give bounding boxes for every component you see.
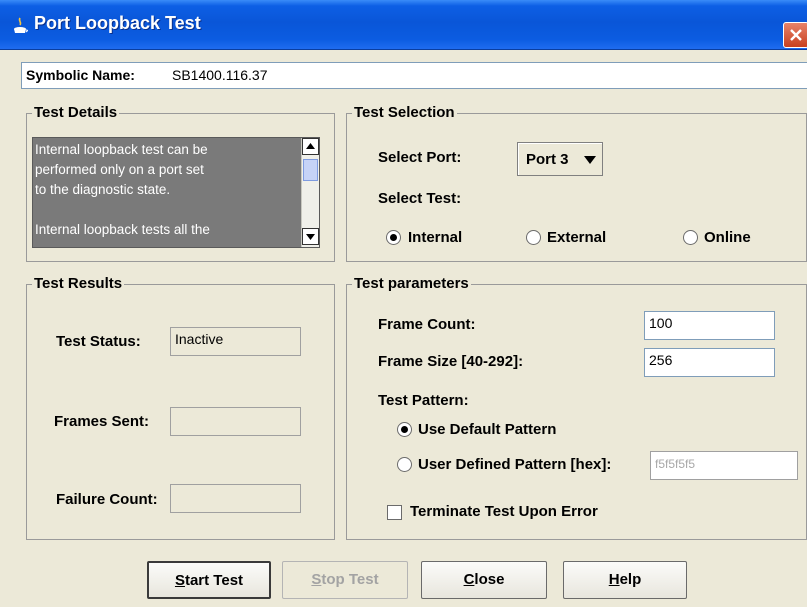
radio-external[interactable] (526, 230, 541, 245)
terminate-label: Terminate Test Upon Error (410, 503, 598, 520)
title-bar: Port Loopback Test (0, 0, 807, 50)
failure-count-field (170, 484, 301, 513)
radio-online[interactable] (683, 230, 698, 245)
details-scrollbar[interactable] (301, 138, 319, 247)
help-button[interactable]: Help (563, 561, 687, 599)
close-label: lose (474, 571, 505, 588)
test-status-label: Test Status: (56, 333, 141, 350)
frame-count-label: Frame Count: (378, 316, 476, 333)
test-details-legend: Test Details (32, 104, 120, 121)
user-pattern-input[interactable]: f5f5f5f5 (650, 451, 798, 480)
start-test-label: tart Test (184, 572, 244, 589)
radio-external-label: External (547, 229, 607, 246)
dropdown-arrow-icon (584, 156, 596, 164)
stop-test-label: top Test (321, 571, 379, 588)
scroll-down-button[interactable] (302, 228, 319, 245)
frames-sent-field (170, 407, 301, 436)
default-pattern-label: Use Default Pattern (418, 421, 557, 438)
stop-test-mnemonic: S (311, 571, 322, 588)
frame-size-label: Frame Size [40-292]: (378, 353, 524, 370)
arrow-up-icon (306, 143, 315, 149)
symbolic-name-label: Symbolic Name: (26, 67, 135, 83)
frame-size-input[interactable]: 256 (644, 348, 775, 377)
terminate-checkbox[interactable] (387, 505, 402, 520)
radio-internal[interactable] (386, 230, 401, 245)
user-pattern-label: User Defined Pattern [hex]: (418, 456, 612, 473)
radio-default-pattern[interactable] (397, 422, 412, 437)
start-test-mnemonic: S (174, 572, 185, 589)
radio-user-pattern[interactable] (397, 457, 412, 472)
java-app-icon (14, 17, 28, 33)
help-label: elp (619, 571, 642, 588)
start-test-button[interactable]: Start Test (147, 561, 271, 599)
select-test-label: Select Test: (378, 190, 462, 207)
frames-sent-label: Frames Sent: (54, 413, 150, 430)
close-window-button[interactable] (783, 22, 807, 48)
window-title: Port Loopback Test (34, 13, 201, 33)
test-pattern-label: Test Pattern: (378, 392, 469, 409)
test-results-legend: Test Results (32, 275, 125, 292)
stop-test-button[interactable]: Stop Test (282, 561, 408, 599)
arrow-down-icon (306, 234, 315, 240)
help-mnemonic: H (608, 571, 620, 588)
port-select-value: Port 3 (526, 151, 569, 168)
symbolic-name-value: SB1400.116.37 (172, 67, 268, 83)
test-parameters-legend: Test parameters (352, 275, 471, 292)
port-select[interactable]: Port 3 (517, 142, 603, 176)
radio-internal-label: Internal (408, 229, 463, 246)
failure-count-label: Failure Count: (56, 491, 158, 508)
scroll-thumb[interactable] (303, 159, 318, 181)
frame-count-input[interactable]: 100 (644, 311, 775, 340)
test-details-textarea[interactable]: Internal loopback test can be performed … (32, 137, 320, 248)
close-icon (790, 29, 802, 41)
close-mnemonic: C (463, 571, 475, 588)
test-status-field: Inactive (170, 327, 301, 356)
test-details-text: Internal loopback test can be performed … (35, 142, 210, 237)
close-button[interactable]: Close (421, 561, 547, 599)
symbolic-name-bar: Symbolic Name: SB1400.116.37 (21, 62, 807, 89)
test-selection-legend: Test Selection (352, 104, 457, 121)
radio-online-label: Online (704, 229, 751, 246)
scroll-up-button[interactable] (302, 138, 319, 155)
select-port-label: Select Port: (378, 149, 462, 166)
